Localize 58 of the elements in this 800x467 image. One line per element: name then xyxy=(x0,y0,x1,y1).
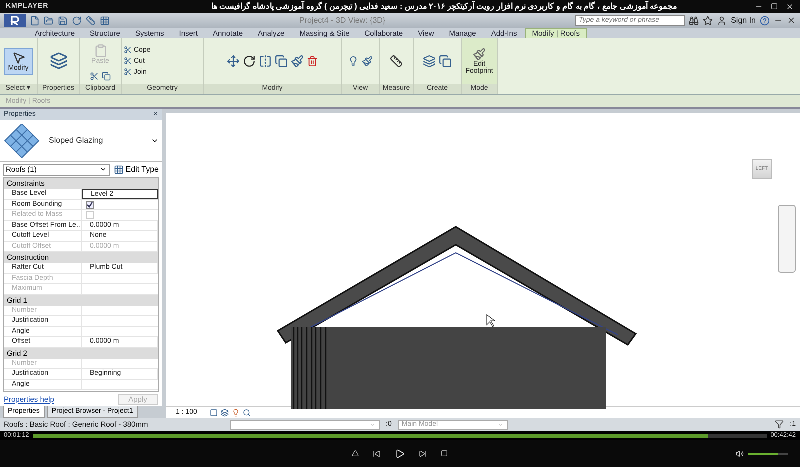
view-control-icon[interactable] xyxy=(232,408,240,416)
components-icon[interactable] xyxy=(423,54,436,68)
stop-icon[interactable] xyxy=(441,450,448,457)
type-name: Sloped Glazing xyxy=(49,136,104,145)
grid-icon[interactable] xyxy=(100,16,110,26)
eject-icon[interactable] xyxy=(352,450,359,457)
redo-icon[interactable] xyxy=(72,16,82,26)
dropdown-icon xyxy=(370,422,376,428)
filter-icon[interactable] xyxy=(775,420,784,429)
view-control-icon[interactable] xyxy=(221,408,230,416)
play-icon[interactable] xyxy=(395,448,405,458)
create-group-icon[interactable] xyxy=(439,54,452,68)
copy-icon[interactable] xyxy=(102,72,111,82)
copy-icon[interactable] xyxy=(275,54,288,68)
binoculars-icon[interactable] xyxy=(689,16,700,26)
new-file-icon[interactable] xyxy=(30,16,40,26)
save-icon[interactable] xyxy=(58,16,68,26)
scissors-icon[interactable] xyxy=(90,72,99,82)
checkmark-icon xyxy=(87,202,93,208)
grid-icon xyxy=(114,164,124,174)
user-icon[interactable] xyxy=(717,16,728,26)
clipboard-icon xyxy=(94,44,108,58)
rotate-icon[interactable] xyxy=(243,54,256,68)
checkbox[interactable] xyxy=(86,200,94,208)
workset-field[interactable] xyxy=(230,420,380,430)
mirror-icon[interactable] xyxy=(259,54,272,68)
sign-in-link[interactable]: Sign In xyxy=(731,16,756,25)
dropdown-icon xyxy=(100,166,107,173)
video-title: مجموعه آموزشی جامع ، گام به گام و کاربردی نرم افزار رویت آرکیتکچر ۲۰۱۶ مدرس : سعید فدایی ( تیچرمن ) گروه آموزشی پادشاه گرافیست ها xyxy=(210,2,678,11)
app-logo[interactable] xyxy=(4,14,26,27)
volume-icon[interactable] xyxy=(736,450,744,458)
next-icon[interactable] xyxy=(419,450,427,458)
move-icon[interactable] xyxy=(227,54,240,68)
delete-icon[interactable] xyxy=(307,56,318,66)
view-control-icon[interactable] xyxy=(210,408,218,416)
view-title: Project4 - 3D View: {3D} xyxy=(298,16,387,25)
pointer-icon xyxy=(12,50,26,64)
open-folder-icon[interactable] xyxy=(44,16,54,26)
scissors-icon xyxy=(124,57,132,65)
lightbulb-icon[interactable] xyxy=(348,56,359,66)
dropdown-icon xyxy=(498,422,504,428)
paintbrush-icon[interactable] xyxy=(291,54,304,68)
previous-icon[interactable] xyxy=(373,450,381,458)
paintbrush-icon xyxy=(473,48,486,60)
help-icon[interactable] xyxy=(760,16,770,26)
scissors-icon xyxy=(124,46,132,54)
close-icon[interactable] xyxy=(787,16,796,25)
ruler-icon[interactable] xyxy=(390,54,403,68)
view-control-icon[interactable] xyxy=(243,408,252,416)
cursor-icon xyxy=(486,314,496,328)
r-logo-icon xyxy=(10,16,20,26)
star-icon[interactable] xyxy=(703,16,714,26)
brush-icon[interactable] xyxy=(362,56,373,66)
measure-icon[interactable] xyxy=(86,16,96,26)
maximize-icon[interactable] xyxy=(771,3,778,10)
edit-type-button[interactable]: Edit Type xyxy=(114,164,159,174)
properties-icon[interactable] xyxy=(50,52,68,70)
scissors-icon xyxy=(124,68,132,76)
